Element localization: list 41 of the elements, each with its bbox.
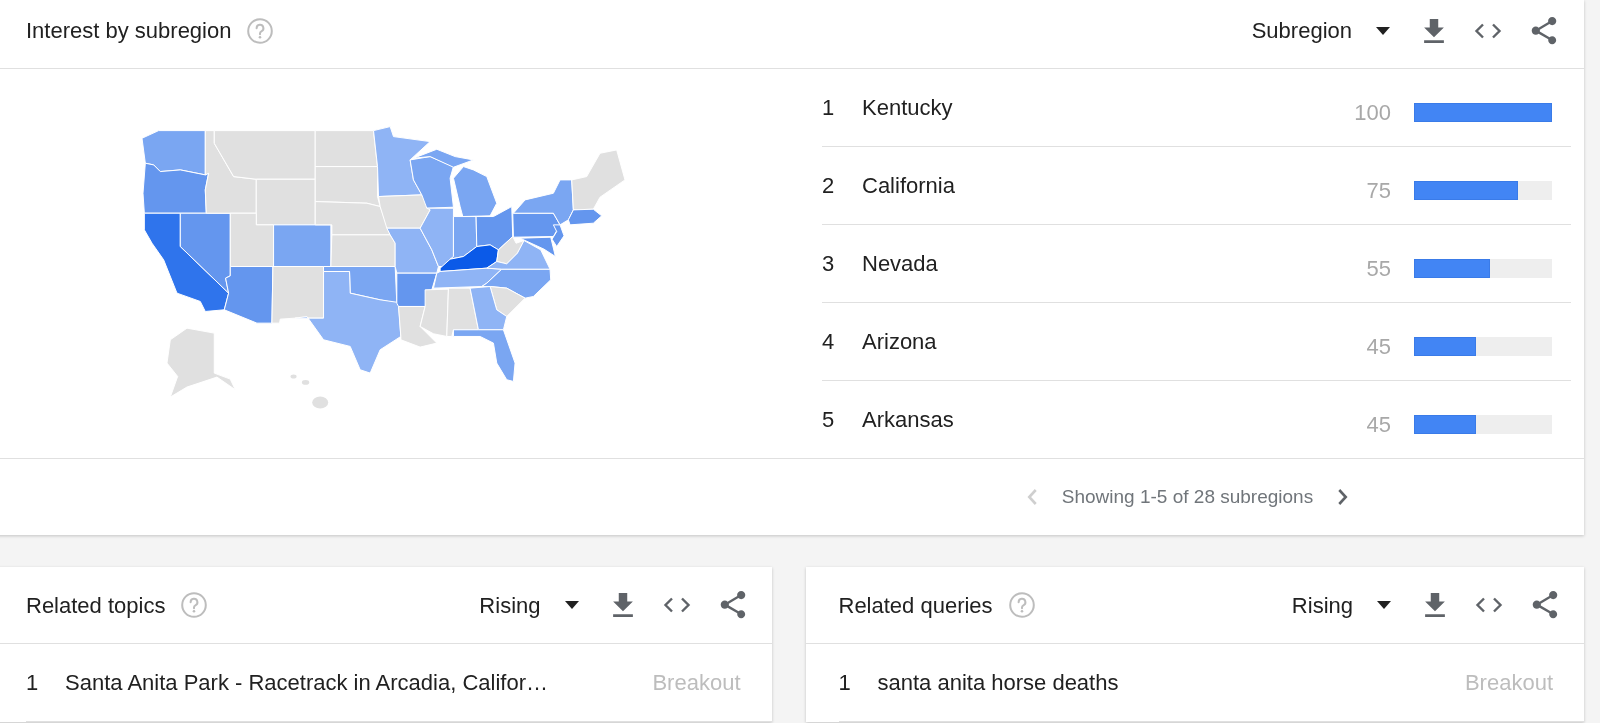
region-name: California	[862, 172, 956, 200]
share-icon[interactable]	[1531, 16, 1557, 45]
share-icon[interactable]	[1532, 591, 1558, 619]
region-name: Arizona	[862, 328, 938, 356]
caret-icon	[564, 601, 579, 609]
embed-code-icon[interactable]	[662, 597, 691, 613]
caret-icon	[1376, 26, 1390, 35]
download-icon[interactable]	[1425, 593, 1445, 617]
region-name: Kentucky	[862, 94, 954, 122]
caret-icon	[1377, 601, 1391, 609]
rank-number: 3	[822, 250, 836, 278]
interest-value: 45	[1366, 410, 1391, 439]
download-icon[interactable]	[1424, 18, 1444, 43]
interest-value: 100	[1354, 98, 1391, 127]
rank-number: 1	[822, 94, 836, 122]
related-item-link[interactable]: santa anita horse deaths	[877, 666, 1465, 699]
share-icon[interactable]	[719, 591, 746, 619]
view-dropdown[interactable]: Rising	[1291, 588, 1391, 622]
region-name: Arkansas	[862, 406, 955, 434]
rank-number: 2	[822, 172, 836, 200]
next-page-icon[interactable]	[1337, 488, 1349, 506]
related-item-link[interactable]: Santa Anita Park - Racetrack in Arcadia, Califor…	[65, 666, 653, 699]
rank-number: 1	[26, 669, 40, 697]
rank-number: 4	[822, 328, 836, 356]
view-dropdown[interactable]: Rising	[479, 588, 579, 622]
interest-value: 45	[1366, 332, 1391, 361]
interest-value: 75	[1366, 176, 1391, 205]
pagination-text: Showing 1-5 of 28 subregions	[1061, 484, 1314, 509]
embed-code-icon[interactable]	[1475, 597, 1503, 613]
rank-number: 1	[838, 669, 852, 697]
rank-number: 5	[822, 406, 836, 434]
view-dropdown[interactable]: Subregion	[1251, 14, 1390, 47]
region-name: Nevada	[862, 250, 939, 278]
breakout-label: Breakout	[652, 669, 741, 697]
download-icon[interactable]	[612, 593, 633, 617]
breakout-label: Breakout	[1464, 669, 1553, 697]
interest-value: 55	[1366, 254, 1391, 283]
panel-title: Related topics	[26, 591, 166, 620]
panel-title: Interest by subregion	[26, 17, 232, 45]
panel-title: Related queries	[838, 591, 993, 620]
embed-code-icon[interactable]	[1474, 22, 1502, 39]
